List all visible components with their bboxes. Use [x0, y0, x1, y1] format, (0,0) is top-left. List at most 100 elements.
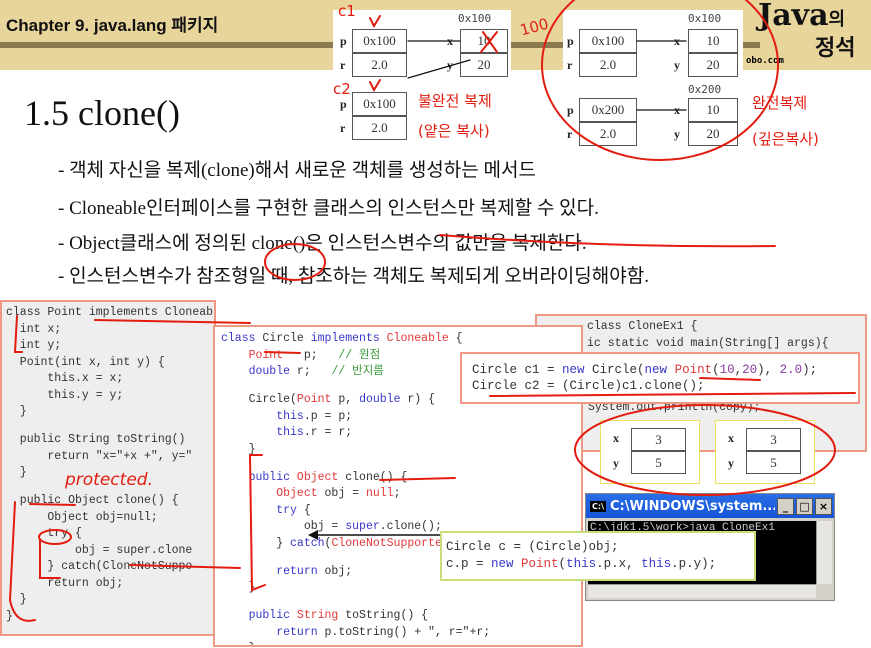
code-token: }	[221, 642, 256, 645]
code-line: ic static void main(String[] args){	[587, 336, 829, 353]
shallow-caption: 불완전 복제	[418, 92, 492, 110]
code-token: Object	[296, 470, 346, 484]
logo: Java의	[758, 0, 845, 33]
code-token: }	[221, 442, 256, 456]
code-token: return obj;	[6, 576, 124, 590]
c1-r-cell: 2.0	[352, 53, 407, 77]
console-vscrollbar[interactable]	[816, 521, 832, 584]
code-token: .clone();	[379, 520, 442, 533]
c2-r-cell: 2.0	[579, 122, 637, 146]
x-label: x	[674, 34, 680, 48]
point1-x-cell: 10	[688, 29, 738, 53]
c2-p-cell: 0x100	[352, 92, 407, 116]
code-line: return "x="+x +", y="	[6, 449, 210, 466]
code-line: this.p = p;	[221, 409, 575, 426]
code-token: return	[221, 564, 325, 578]
code-line: }	[6, 592, 210, 609]
code-token: (	[558, 557, 567, 571]
code-token: Circle(	[221, 393, 297, 406]
code-token: new	[491, 557, 522, 571]
code-token: int x;	[6, 322, 62, 336]
code-token: );	[802, 363, 818, 377]
code-token: try {	[6, 527, 82, 540]
code-token: p;	[290, 348, 339, 362]
y-cell: 5	[746, 451, 801, 474]
xy-box-1: x y 3 5	[600, 420, 700, 484]
addr-label: 0x100	[688, 12, 722, 25]
y-label: y	[674, 127, 680, 141]
code-line: Point(int x, int y) {	[6, 355, 210, 372]
code-line: public String toString()	[6, 432, 210, 449]
code-token: {	[455, 332, 463, 345]
c2-p-cell: 0x200	[579, 98, 637, 122]
console-hscrollbar[interactable]	[588, 584, 816, 598]
code-token: public Object clone() {	[6, 494, 179, 507]
y-cell: 5	[631, 451, 686, 474]
code-token: }	[6, 593, 27, 606]
x-cell: 3	[746, 428, 801, 451]
code-token: Point	[221, 348, 291, 362]
console-titlebar[interactable]: C:\ C:\WINDOWS\system... _ □ ×	[586, 494, 834, 518]
p-label: p	[340, 34, 347, 48]
code-token: obj = super.clone	[6, 543, 193, 557]
code-line: this.r = r;	[221, 425, 575, 442]
code-token: this	[641, 557, 672, 571]
x-label: x	[447, 34, 453, 48]
code-token: Circle	[262, 332, 311, 345]
code-token: new	[644, 363, 675, 377]
xy-box-2: x y 3 5	[715, 420, 815, 484]
c1-p-cell: 0x100	[352, 29, 407, 53]
logo-suffix: 의	[828, 9, 846, 30]
code-token: double	[359, 393, 408, 406]
code-line: this.x = x;	[6, 371, 210, 388]
maximize-button[interactable]: □	[796, 497, 813, 515]
x-cell: 3	[631, 428, 686, 451]
addr-label: 0x200	[688, 83, 722, 96]
code-token: Cloneable	[386, 332, 456, 345]
code-token: Point	[296, 393, 339, 406]
code-line: } catch(CloneNotSuppo	[6, 559, 210, 576]
code-token: Point	[521, 557, 559, 571]
code-token: obj;	[324, 564, 353, 578]
logo-url: obo.com	[746, 56, 784, 66]
point1-y-cell: 20	[688, 53, 738, 77]
close-button[interactable]: ×	[815, 497, 832, 515]
code-token: String	[296, 609, 346, 622]
code-token: .r = r;	[303, 426, 353, 439]
protected-annotation: protected.	[65, 470, 153, 490]
code-line: return p.toString() + ", r="+r;	[221, 625, 575, 642]
minimize-button[interactable]: _	[777, 497, 794, 515]
code-token: this	[566, 557, 597, 571]
code-line: public Object clone() {	[221, 470, 575, 487]
code-token: ,	[734, 363, 743, 377]
c2-annotation: c2	[333, 80, 351, 98]
code-line: }	[221, 442, 575, 459]
code-token: Circle c1 =	[472, 363, 563, 377]
c1-annotation: c1	[338, 2, 356, 20]
code-token: ic static void main(String[] args){	[587, 336, 829, 350]
code-token: double	[221, 365, 297, 378]
code-token: }	[221, 581, 256, 594]
bullet: - Object클래스에 정의된 clone()은 인스턴스변수의 값만을 복제…	[58, 233, 587, 254]
code-token: obj =	[324, 487, 366, 500]
code-line: class Point implements Cloneable {	[6, 305, 214, 322]
code-line: }	[221, 580, 575, 597]
code-line: class CloneEx1 {	[587, 319, 815, 336]
code-token: r) {	[407, 393, 435, 406]
code-token: r;	[296, 365, 332, 378]
p-label: p	[567, 34, 574, 48]
slide-title: 1.5 clone()	[24, 93, 180, 133]
code-token: int y;	[6, 339, 62, 352]
logo-main: Java	[758, 0, 829, 33]
r-label: r	[567, 58, 573, 72]
code-token: Point(int x, int y) {	[6, 355, 165, 369]
code-token: catch	[290, 536, 325, 550]
code-line: class Circle implements Cloneable {	[221, 331, 575, 348]
code-line: public String toString() {	[221, 608, 575, 625]
code-line: try {	[6, 526, 210, 543]
code-token: public	[221, 609, 297, 622]
code-token: this.x = x;	[6, 372, 124, 385]
code-token: 20	[742, 363, 758, 377]
